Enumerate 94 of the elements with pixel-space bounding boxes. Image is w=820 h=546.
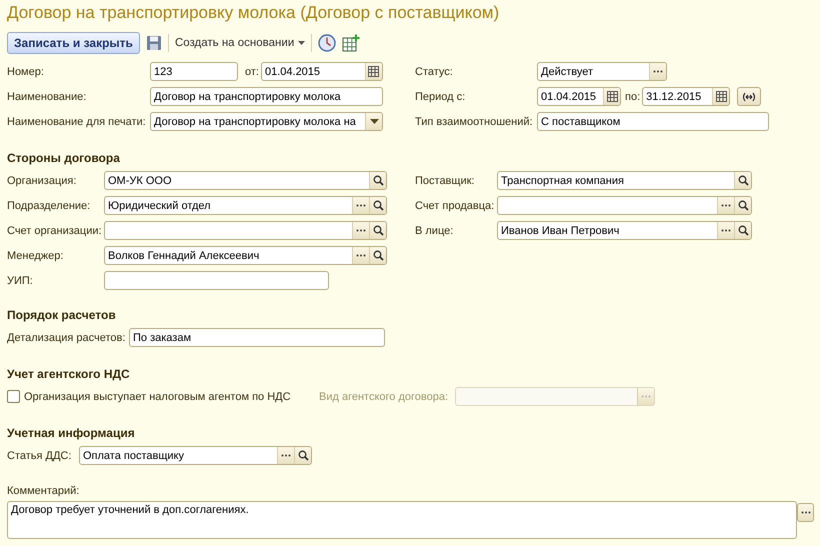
calendar-icon: [368, 66, 380, 77]
input-field[interactable]: [104, 221, 387, 240]
field-label: Счет продавца:: [415, 200, 495, 212]
section-heading: Учет агентского НДС: [7, 366, 131, 383]
ellipsis-icon: [800, 511, 810, 514]
field-label: Подразделение:: [7, 200, 92, 212]
choice-button[interactable]: [352, 247, 369, 264]
period-select-button[interactable]: [737, 87, 762, 106]
window-title: Договор на транспортировку молока (Договор с поставщиком): [7, 2, 500, 24]
ellipsis-icon: [721, 204, 731, 207]
search-button[interactable]: [734, 222, 751, 239]
field-label: Статья ДДС:: [7, 450, 72, 462]
print-name-field[interactable]: Договор на транспортировку молока на: [150, 112, 383, 131]
field-label: Статус:: [415, 66, 454, 78]
ellipsis-icon: [281, 454, 291, 457]
double-arrow-icon: [742, 92, 756, 102]
calendar-button[interactable]: [712, 88, 730, 105]
input-field[interactable]: [497, 196, 752, 215]
field-label: Вид агентского договора:: [319, 390, 450, 402]
search-icon: [372, 250, 384, 261]
section-heading: Учетная информация: [7, 425, 136, 442]
comment-field[interactable]: Договор требует уточнений в доп.соглагениях.: [7, 501, 797, 539]
search-button[interactable]: [294, 447, 311, 464]
ellipsis-icon: [356, 229, 366, 232]
field-label: Период с:: [415, 90, 466, 102]
choice-button[interactable]: [717, 222, 734, 239]
input-field[interactable]: [104, 271, 329, 290]
period-end-field[interactable]: 31.12.2015: [642, 87, 730, 106]
field-label: В лице:: [415, 224, 454, 236]
field-label: Номер:: [7, 66, 45, 78]
choice-button[interactable]: [277, 447, 294, 464]
ellipsis-icon: [356, 204, 366, 207]
number-field[interactable]: 123: [150, 62, 238, 81]
field-label: Наименование:: [7, 90, 88, 102]
search-icon: [738, 225, 748, 236]
input-field[interactable]: Юридический отдел: [104, 196, 387, 215]
search-icon: [738, 200, 748, 211]
cash-flow-item-field[interactable]: Оплата поставщику: [79, 446, 312, 465]
relation-type-field[interactable]: С поставщиком: [537, 112, 769, 131]
field-label: Детализация расчетов:: [7, 332, 126, 344]
calendar-button[interactable]: [603, 88, 620, 105]
calendar-icon: [606, 91, 618, 102]
ellipsis-icon: [356, 254, 366, 257]
choice-button[interactable]: [797, 503, 814, 522]
save-close-button[interactable]: Записать и закрыть: [7, 32, 140, 54]
ellipsis-icon: [653, 70, 663, 73]
field-label: Организация:: [7, 174, 78, 186]
search-button[interactable]: [369, 172, 386, 189]
field-label: Наименование для печати:: [7, 116, 147, 128]
input-field[interactable]: ОМ-УК ООО: [104, 171, 387, 190]
section-heading: Стороны договора: [7, 150, 121, 167]
clock-icon[interactable]: [318, 34, 336, 52]
tax-agent-checkbox[interactable]: Организация выступает налоговым агентом по НДС: [7, 390, 312, 403]
create-based-on-menu[interactable]: Создать на основании: [174, 37, 306, 49]
choice-button[interactable]: [352, 222, 369, 239]
table-add-icon[interactable]: [342, 34, 360, 52]
status-field[interactable]: Действует: [537, 62, 667, 81]
search-button[interactable]: [734, 172, 751, 189]
period-start-field[interactable]: 01.04.2015: [537, 87, 621, 106]
date-field[interactable]: 01.04.2015: [260, 62, 383, 81]
caret-icon: [298, 41, 306, 45]
search-icon: [372, 225, 384, 236]
choice-button[interactable]: [352, 197, 369, 214]
field-label: Поставщик:: [415, 174, 476, 186]
payment-detail-field[interactable]: По заказам: [129, 328, 385, 347]
field-label: Комментарий:: [7, 484, 80, 499]
search-button[interactable]: [369, 222, 386, 239]
section-heading: Порядок расчетов: [7, 307, 117, 324]
search-icon: [738, 175, 748, 186]
search-icon: [372, 175, 384, 186]
name-field[interactable]: Договор на транспортировку молока: [150, 87, 383, 106]
input-field[interactable]: Волков Геннадий Алексеевич: [104, 246, 387, 265]
choice-button[interactable]: [717, 197, 734, 214]
field-label: УИП:: [7, 274, 34, 286]
ellipsis-icon: [641, 395, 651, 398]
caret-icon: [370, 119, 378, 124]
field-label: от:: [245, 66, 259, 78]
input-field[interactable]: Транспортная компания: [497, 171, 752, 190]
search-button[interactable]: [369, 247, 386, 264]
search-icon: [298, 450, 308, 461]
field-label: по:: [625, 90, 640, 102]
calendar-icon: [716, 91, 727, 102]
field-label: Счет организации:: [7, 224, 102, 236]
agent-contract-field[interactable]: [455, 387, 655, 406]
search-button[interactable]: [734, 197, 751, 214]
choice-button[interactable]: [649, 63, 666, 80]
search-icon: [372, 200, 384, 211]
ellipsis-icon: [721, 229, 731, 232]
input-field[interactable]: Иванов Иван Петрович: [497, 221, 752, 240]
calendar-button[interactable]: [364, 63, 382, 80]
field-label: Менеджер:: [7, 250, 64, 262]
field-label: Тип взаимоотношений:: [415, 116, 534, 128]
search-button[interactable]: [369, 197, 386, 214]
dropdown-button[interactable]: [365, 113, 382, 130]
